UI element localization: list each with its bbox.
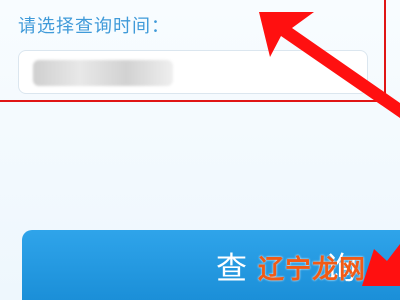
red-highlight-box [0, 0, 386, 102]
watermark-text: 辽宁龙网 [258, 254, 367, 284]
screen: 请选择查询时间： 2018-01-01 查 询 辽宁龙网 [0, 0, 400, 300]
